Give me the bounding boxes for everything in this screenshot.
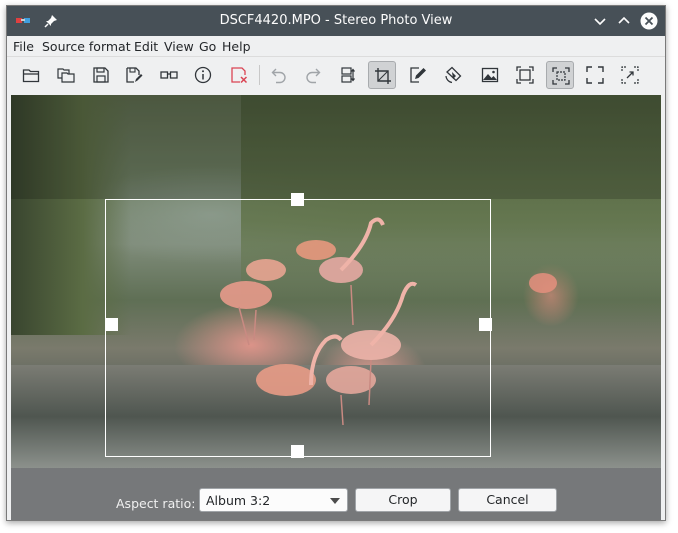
crop-handle-right[interactable] bbox=[479, 318, 492, 331]
crop-handle-top[interactable] bbox=[291, 193, 304, 206]
image-icon bbox=[481, 67, 499, 83]
swap-images-icon bbox=[341, 67, 355, 83]
open-folder-icon bbox=[22, 69, 40, 83]
edit-icon bbox=[410, 67, 426, 83]
toolbar bbox=[7, 56, 665, 93]
fit-width-button[interactable] bbox=[546, 61, 574, 89]
full-screen-button[interactable] bbox=[581, 61, 609, 89]
full-screen-icon bbox=[586, 66, 604, 84]
photo-viewport[interactable] bbox=[11, 95, 661, 468]
open-stereo-pair-icon bbox=[57, 68, 75, 83]
menu-view[interactable]: View bbox=[164, 39, 194, 54]
menu-go[interactable]: Go bbox=[199, 39, 216, 54]
redo-button[interactable] bbox=[299, 61, 327, 89]
menu-bar: File Source format Edit View Go Help bbox=[7, 36, 665, 56]
window-title: DSCF4420.MPO - Stereo Photo View bbox=[219, 13, 453, 28]
close-icon[interactable] bbox=[640, 12, 658, 30]
undo-button[interactable] bbox=[265, 61, 293, 89]
info-button[interactable] bbox=[189, 61, 217, 89]
crop-icon bbox=[375, 68, 391, 84]
chevron-down-icon bbox=[330, 498, 340, 504]
redo-icon bbox=[306, 68, 321, 84]
save-as-button[interactable] bbox=[120, 61, 148, 89]
title-bar: DSCF4420.MPO - Stereo Photo View bbox=[7, 6, 665, 36]
close-image-button[interactable] bbox=[225, 61, 253, 89]
save-button[interactable] bbox=[87, 61, 115, 89]
open-button[interactable] bbox=[17, 61, 45, 89]
menu-file[interactable]: File bbox=[13, 39, 34, 54]
menu-help[interactable]: Help bbox=[222, 39, 251, 54]
info-icon bbox=[194, 66, 212, 84]
aspect-ratio-label: Aspect ratio: bbox=[116, 496, 196, 511]
open-pair-button[interactable] bbox=[52, 61, 80, 89]
save-as-icon bbox=[126, 67, 143, 83]
cancel-button[interactable]: Cancel bbox=[458, 488, 557, 512]
edit-button[interactable] bbox=[404, 61, 432, 89]
menu-edit[interactable]: Edit bbox=[134, 39, 158, 54]
crop-rectangle[interactable] bbox=[105, 199, 491, 457]
crop-handle-left[interactable] bbox=[105, 318, 118, 331]
app-window: DSCF4420.MPO - Stereo Photo View File So… bbox=[6, 5, 666, 521]
crop-apply-button[interactable]: Crop bbox=[355, 488, 451, 512]
crop-button[interactable] bbox=[368, 61, 396, 89]
save-icon bbox=[93, 67, 109, 83]
aspect-ratio-select[interactable]: Album 3:2 bbox=[199, 488, 348, 512]
aspect-ratio-value: Album 3:2 bbox=[206, 493, 271, 508]
undo-icon bbox=[271, 68, 286, 84]
crop-handle-bottom[interactable] bbox=[291, 445, 304, 458]
crop-dim-overlay bbox=[11, 95, 661, 199]
rotate-icon bbox=[445, 66, 462, 84]
menu-source-format[interactable]: Source format bbox=[42, 39, 131, 54]
crop-panel: Aspect ratio: Album 3:2 Crop Cancel bbox=[11, 468, 661, 520]
zoom-icon bbox=[621, 66, 639, 84]
rotate-button[interactable] bbox=[439, 61, 467, 89]
stereo-mode-button[interactable] bbox=[155, 61, 183, 89]
maximize-icon[interactable] bbox=[616, 13, 632, 29]
minimize-icon[interactable] bbox=[592, 13, 608, 29]
image-button[interactable] bbox=[476, 61, 504, 89]
toolbar-separator bbox=[259, 65, 260, 85]
fit-width-icon bbox=[552, 67, 570, 85]
fit-window-button[interactable] bbox=[511, 61, 539, 89]
swap-images-button[interactable] bbox=[334, 61, 362, 89]
fit-window-icon bbox=[516, 66, 534, 84]
stereo-glasses-icon bbox=[160, 71, 178, 79]
close-image-icon bbox=[231, 67, 248, 84]
zoom-button[interactable] bbox=[616, 61, 644, 89]
